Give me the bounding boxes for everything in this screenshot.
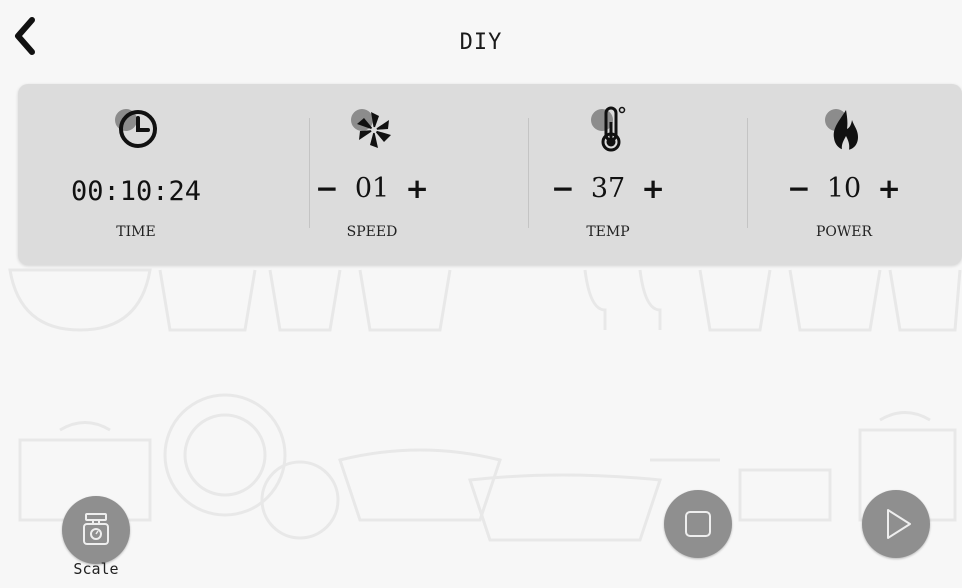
speed-stepper: − 01 +: [254, 172, 490, 212]
speed-label: SPEED: [346, 224, 398, 240]
stop-icon: [685, 511, 711, 537]
speed-increase-button[interactable]: +: [404, 172, 430, 205]
time-cell: 00:10:24 TIME: [18, 84, 254, 265]
speed-decrease-button[interactable]: −: [314, 172, 340, 205]
thermometer-icon: [591, 106, 626, 152]
power-cell: − 10 + POWER: [726, 84, 962, 265]
temp-label: TEMP: [586, 224, 630, 240]
speed-value: 01: [354, 173, 390, 204]
power-value: 10: [826, 173, 862, 204]
power-increase-button[interactable]: +: [876, 172, 902, 205]
speed-cell: − 01 + SPEED: [254, 84, 490, 265]
stop-button[interactable]: [664, 490, 732, 558]
power-decrease-button[interactable]: −: [786, 172, 812, 205]
temp-value: 37: [590, 173, 626, 204]
fan-icon: [351, 109, 391, 148]
temp-decrease-button[interactable]: −: [550, 172, 576, 205]
clock-icon: [115, 109, 157, 148]
play-icon: [887, 509, 911, 539]
play-button[interactable]: [862, 490, 930, 558]
power-stepper: − 10 +: [726, 172, 962, 212]
temp-stepper: − 37 +: [490, 172, 726, 212]
scale-button[interactable]: [62, 496, 130, 564]
scale-label: Scale: [73, 560, 119, 578]
time-label: TIME: [116, 224, 156, 240]
time-value[interactable]: 00:10:24: [18, 176, 254, 207]
settings-panel: 00:10:24 TIME − 01 + SPEED − 37 + TEMP −…: [18, 84, 962, 265]
page-title: DIY: [459, 30, 503, 55]
flame-icon: [825, 109, 858, 150]
header: DIY: [0, 0, 962, 80]
scale-icon: [83, 513, 109, 545]
temp-cell: − 37 + TEMP: [490, 84, 726, 265]
power-label: POWER: [815, 224, 873, 240]
temp-increase-button[interactable]: +: [640, 172, 666, 205]
